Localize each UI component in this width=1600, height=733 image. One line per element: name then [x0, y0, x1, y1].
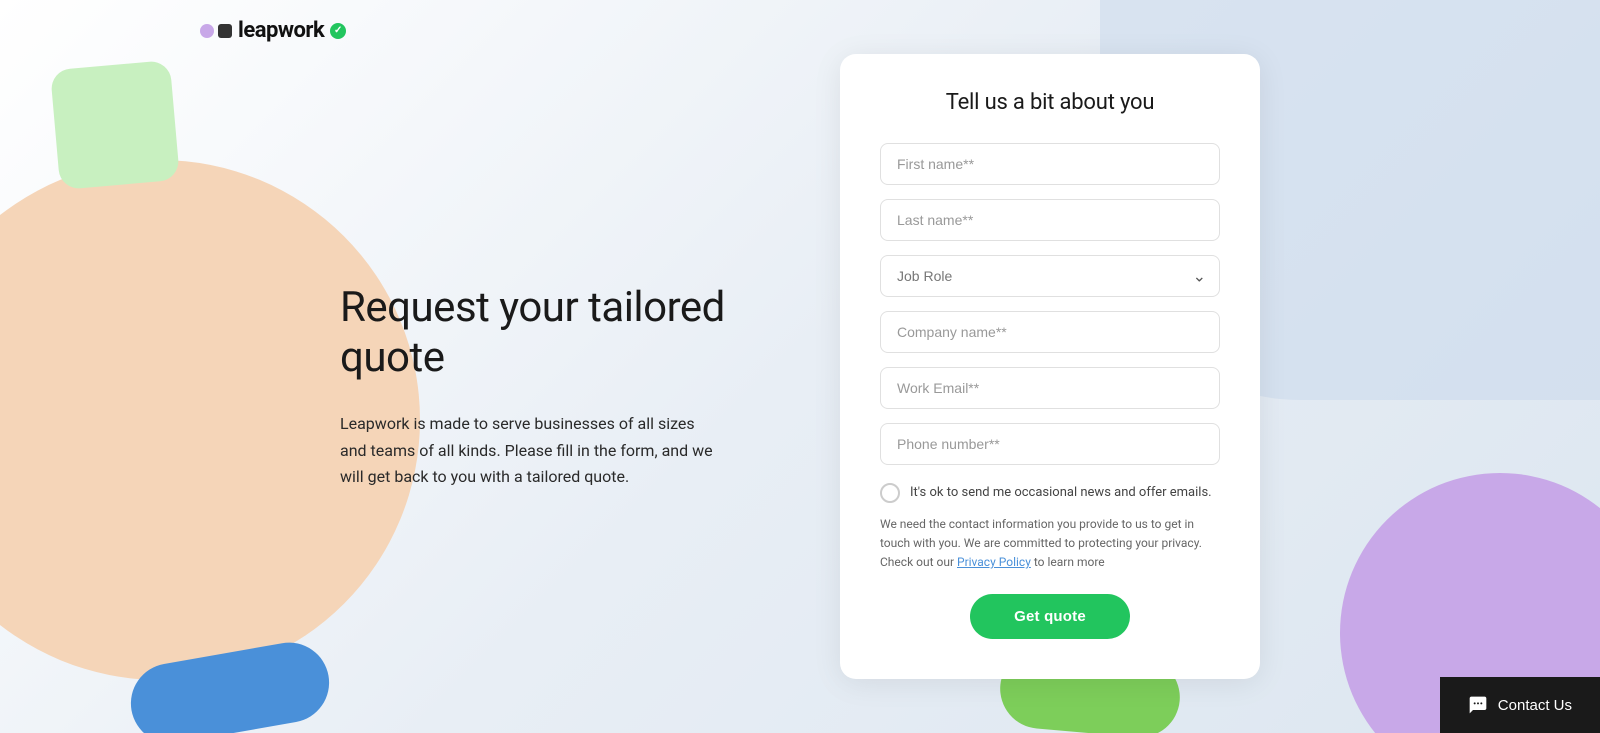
- newsletter-checkbox[interactable]: [880, 483, 900, 503]
- main-description: Leapwork is made to serve businesses of …: [340, 411, 720, 490]
- company-name-input[interactable]: [880, 311, 1220, 353]
- logo-icons: [200, 24, 232, 38]
- logo-text: leapwork: [238, 18, 324, 43]
- chat-icon: [1468, 695, 1488, 715]
- job-role-group: Job Role Engineer Manager Director VP C-…: [880, 255, 1220, 297]
- phone-input[interactable]: [880, 423, 1220, 465]
- newsletter-label: It's ok to send me occasional news and o…: [910, 484, 1212, 502]
- main-heading: Request your tailored quote: [340, 283, 760, 384]
- first-name-group: [880, 143, 1220, 185]
- last-name-group: [880, 199, 1220, 241]
- last-name-input[interactable]: [880, 199, 1220, 241]
- main-content: Request your tailored quote Leapwork is …: [0, 0, 1600, 733]
- privacy-text: We need the contact information you prov…: [880, 515, 1220, 573]
- logo-circle-icon: [200, 24, 214, 38]
- first-name-input[interactable]: [880, 143, 1220, 185]
- phone-group: [880, 423, 1220, 465]
- logo-square-icon: [218, 24, 232, 38]
- header: leapwork ✓: [200, 18, 346, 43]
- newsletter-checkbox-row: It's ok to send me occasional news and o…: [880, 483, 1220, 503]
- privacy-policy-link[interactable]: Privacy Policy: [957, 555, 1031, 569]
- contact-us-label: Contact Us: [1498, 697, 1572, 714]
- logo-check-icon: ✓: [330, 23, 346, 39]
- work-email-input[interactable]: [880, 367, 1220, 409]
- contact-us-button[interactable]: Contact Us: [1440, 677, 1600, 733]
- company-name-group: [880, 311, 1220, 353]
- form-title: Tell us a bit about you: [880, 90, 1220, 115]
- get-quote-button[interactable]: Get quote: [970, 594, 1130, 639]
- privacy-text-after: to learn more: [1031, 555, 1105, 569]
- job-role-select[interactable]: Job Role Engineer Manager Director VP C-…: [880, 255, 1220, 297]
- form-card: Tell us a bit about you Job Role Enginee…: [840, 54, 1260, 680]
- left-section: Request your tailored quote Leapwork is …: [340, 243, 760, 491]
- work-email-group: [880, 367, 1220, 409]
